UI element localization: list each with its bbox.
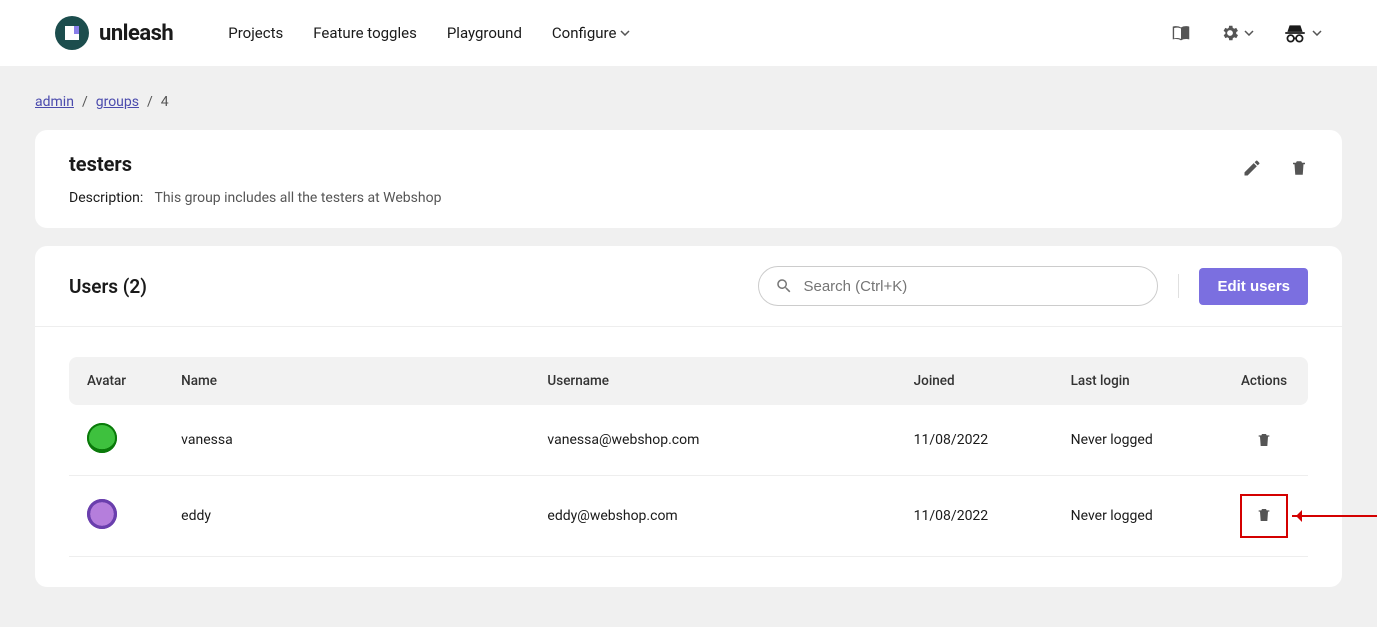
gear-icon bbox=[1220, 23, 1240, 43]
nav-playground-label: Playground bbox=[447, 24, 522, 42]
delete-group-button[interactable] bbox=[1290, 158, 1308, 182]
avatar bbox=[87, 423, 117, 453]
users-title: Users (2) bbox=[69, 275, 147, 298]
breadcrumb: admin / groups / 4 bbox=[35, 86, 1342, 130]
table-row: eddy eddy@webshop.com 11/08/2022 Never l… bbox=[69, 476, 1308, 557]
breadcrumb-id: 4 bbox=[161, 94, 169, 110]
book-icon bbox=[1170, 22, 1192, 44]
th-actions: Actions bbox=[1220, 357, 1308, 405]
trash-icon bbox=[1290, 158, 1308, 178]
cell-joined: 11/08/2022 bbox=[896, 476, 1053, 557]
users-header: Users (2) Edit users bbox=[35, 246, 1342, 326]
profile-button[interactable] bbox=[1282, 20, 1322, 46]
cell-username: eddy@webshop.com bbox=[529, 476, 895, 557]
th-joined[interactable]: Joined bbox=[896, 357, 1053, 405]
chevron-down-icon bbox=[1244, 30, 1254, 36]
remove-user-button[interactable] bbox=[1250, 425, 1278, 455]
group-card-actions bbox=[1242, 152, 1308, 182]
edit-group-button[interactable] bbox=[1242, 158, 1262, 182]
chevron-down-icon bbox=[1312, 30, 1322, 36]
search-icon bbox=[775, 277, 793, 295]
breadcrumb-groups[interactable]: groups bbox=[96, 94, 139, 110]
trash-icon bbox=[1256, 431, 1272, 449]
cell-last-login: Never logged bbox=[1053, 405, 1220, 476]
table-row: vanessa vanessa@webshop.com 11/08/2022 N… bbox=[69, 405, 1308, 476]
th-username[interactable]: Username bbox=[529, 357, 895, 405]
nav-playground[interactable]: Playground bbox=[447, 24, 522, 42]
cell-name: eddy bbox=[163, 476, 529, 557]
cell-name: vanessa bbox=[163, 405, 529, 476]
nav-right bbox=[1170, 20, 1322, 46]
nav-configure[interactable]: Configure bbox=[552, 24, 631, 42]
docs-button[interactable] bbox=[1170, 22, 1192, 44]
users-card: Users (2) Edit users Avatar Name Usernam… bbox=[35, 246, 1342, 587]
chevron-down-icon bbox=[620, 30, 630, 36]
th-avatar[interactable]: Avatar bbox=[69, 357, 163, 405]
nav-projects-label: Projects bbox=[228, 24, 283, 42]
cell-last-login: Never logged bbox=[1053, 476, 1220, 557]
search-input[interactable] bbox=[803, 278, 1141, 295]
nav-left: unleash Projects Feature toggles Playgro… bbox=[55, 16, 630, 50]
nav-feature-toggles-label: Feature toggles bbox=[313, 24, 417, 42]
breadcrumb-admin[interactable]: admin bbox=[35, 94, 74, 110]
nav-feature-toggles[interactable]: Feature toggles bbox=[313, 24, 417, 42]
pencil-icon bbox=[1242, 158, 1262, 178]
logo-icon bbox=[55, 16, 89, 50]
group-title: testers bbox=[69, 152, 441, 176]
trash-icon bbox=[1256, 506, 1272, 524]
settings-button[interactable] bbox=[1220, 23, 1254, 43]
remove-user-button[interactable] bbox=[1256, 506, 1272, 524]
incognito-icon bbox=[1282, 20, 1308, 46]
group-info-card: testers Description: This group includes… bbox=[35, 130, 1342, 228]
description-text: This group includes all the testers at W… bbox=[154, 190, 441, 206]
logo[interactable]: unleash bbox=[55, 16, 173, 50]
cell-joined: 11/08/2022 bbox=[896, 405, 1053, 476]
description-label: Description: bbox=[69, 190, 143, 206]
users-table: Avatar Name Username Joined Last login A… bbox=[69, 357, 1308, 557]
nav-projects[interactable]: Projects bbox=[228, 24, 283, 42]
search-box[interactable] bbox=[758, 266, 1158, 306]
logo-text: unleash bbox=[99, 21, 173, 46]
cell-username: vanessa@webshop.com bbox=[529, 405, 895, 476]
th-last-login[interactable]: Last login bbox=[1053, 357, 1220, 405]
top-nav: unleash Projects Feature toggles Playgro… bbox=[0, 0, 1377, 66]
nav-links: Projects Feature toggles Playground Conf… bbox=[228, 24, 630, 42]
th-name[interactable]: Name bbox=[163, 357, 529, 405]
annotation-arrow bbox=[1292, 515, 1377, 517]
nav-configure-label: Configure bbox=[552, 24, 617, 42]
annotation-highlight bbox=[1240, 494, 1288, 538]
edit-users-button[interactable]: Edit users bbox=[1199, 268, 1308, 305]
divider bbox=[1178, 274, 1179, 298]
avatar bbox=[87, 499, 117, 529]
